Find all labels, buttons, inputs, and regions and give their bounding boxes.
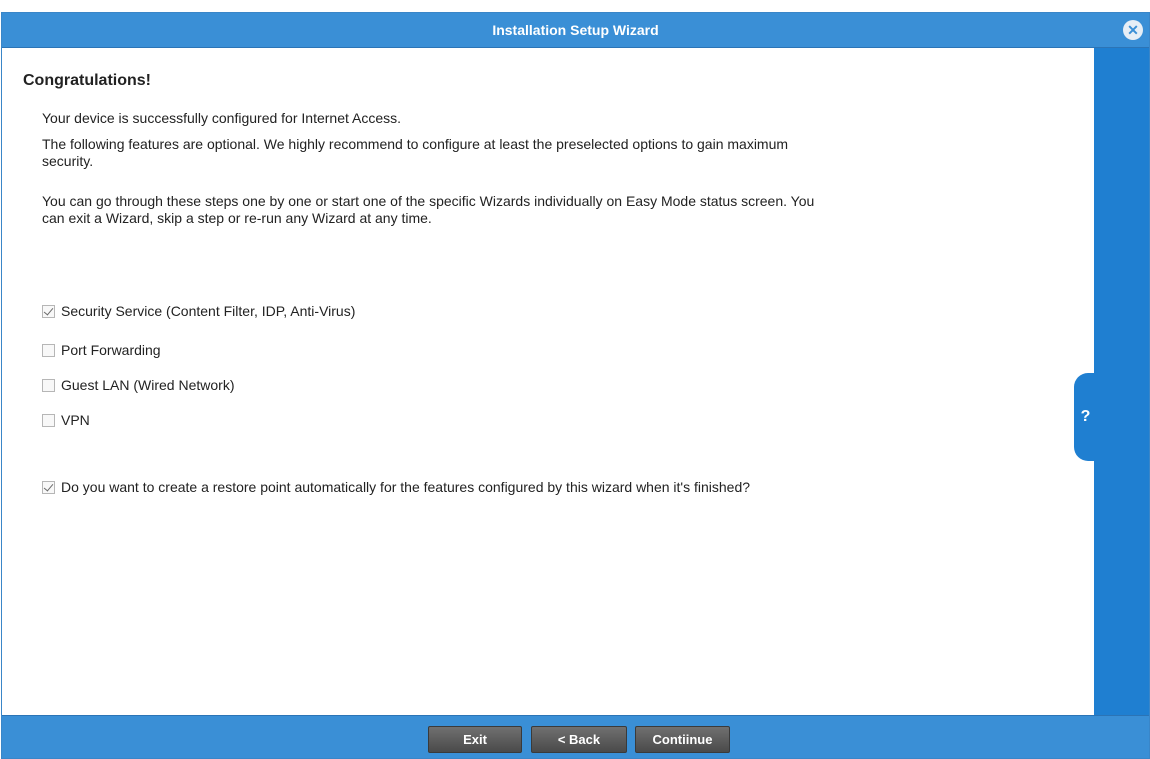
close-icon[interactable]: ✕: [1123, 20, 1143, 40]
checkbox-restore-point[interactable]: [42, 480, 55, 494]
optional-features-message: The following features are optional. We …: [42, 136, 789, 169]
wizard-titlebar: Installation Setup Wizard ✕: [2, 13, 1149, 48]
wizard-steps-message: You can go through these steps one by on…: [42, 193, 815, 226]
option-restore-point[interactable]: Do you want to create a restore point au…: [42, 479, 750, 495]
wizard-content: Congratulations! Your device is successf…: [2, 48, 1094, 717]
wizard-footer: Exit < Back Contiinue: [2, 715, 1149, 758]
back-button[interactable]: < Back: [531, 726, 627, 753]
page-title: Congratulations!: [23, 72, 151, 89]
option-port-forwarding[interactable]: Port Forwarding: [42, 342, 161, 358]
help-icon[interactable]: ?: [1074, 373, 1097, 461]
exit-button[interactable]: Exit: [428, 726, 522, 753]
option-label: Security Service (Content Filter, IDP, A…: [61, 303, 356, 319]
checkbox-vpn[interactable]: [42, 413, 55, 427]
checkbox-port-forwarding[interactable]: [42, 343, 55, 357]
option-label: VPN: [61, 412, 90, 428]
continue-button[interactable]: Contiinue: [635, 726, 730, 753]
checkbox-security-service[interactable]: [42, 304, 55, 318]
checkbox-guest-lan[interactable]: [42, 378, 55, 392]
option-vpn[interactable]: VPN: [42, 412, 90, 428]
option-guest-lan[interactable]: Guest LAN (Wired Network): [42, 377, 234, 393]
option-label: Do you want to create a restore point au…: [61, 479, 751, 495]
help-sidebar: [1094, 48, 1149, 717]
option-label: Port Forwarding: [61, 342, 161, 358]
option-label: Guest LAN (Wired Network): [61, 377, 235, 393]
wizard-window: Installation Setup Wizard ✕ Congratulati…: [1, 12, 1150, 759]
wizard-title: Installation Setup Wizard: [492, 22, 659, 38]
option-security-service[interactable]: Security Service (Content Filter, IDP, A…: [42, 303, 355, 319]
success-message: Your device is successfully configured f…: [42, 110, 401, 126]
